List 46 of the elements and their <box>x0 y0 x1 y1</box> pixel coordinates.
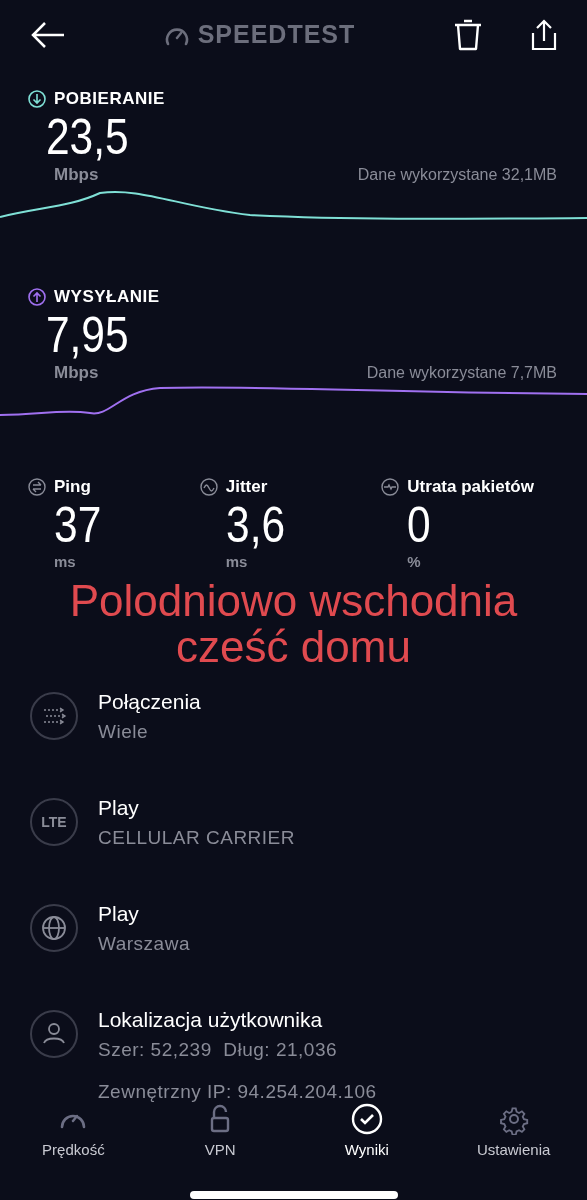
tab-button[interactable]: Wyniki <box>293 1102 440 1163</box>
metric-label: Jitter <box>225 476 268 498</box>
logo-text: SPEEDTEST <box>197 19 356 51</box>
info-title: Lokalizacja użytkownika <box>98 1007 324 1033</box>
back-icon[interactable] <box>30 20 66 50</box>
metric-label: Ping <box>54 476 91 498</box>
ping-icon <box>28 477 46 496</box>
info-detail: Wiele <box>98 719 149 744</box>
loss-icon <box>381 477 400 496</box>
user-icon <box>30 1010 78 1058</box>
info-title: Play <box>98 901 140 927</box>
info-detail: Warszawa <box>98 931 190 956</box>
info-detail: Szer: 52,239 Dług: 21,036 <box>98 1037 339 1062</box>
data-used-text: Dane wykorzystane 7,7MB <box>366 362 557 383</box>
info-title: Play <box>98 795 140 821</box>
unit-label: Mbps <box>54 361 99 384</box>
metric-unit: ms <box>54 552 76 570</box>
lte-badge: LTE <box>30 798 78 846</box>
speed-value: 23,5 <box>44 111 129 162</box>
check-circle-icon <box>350 1103 383 1135</box>
jitter-icon <box>199 477 218 496</box>
section-label: POBIERANIE <box>54 88 165 110</box>
section-label: WYSYŁANIE <box>54 286 160 308</box>
tab-button[interactable]: Prędkość <box>0 1102 147 1163</box>
connections-icon <box>30 692 78 740</box>
annotation-text: Polodniowo wschodnia <box>69 578 518 624</box>
arrow-down-icon <box>28 89 46 108</box>
share-icon[interactable] <box>531 19 557 51</box>
data-used-text: Dane wykorzystane 32,1MB <box>357 164 557 185</box>
info-detail: Zewnętrzny IP: 94.254.204.106 <box>98 1080 377 1104</box>
globe-icon <box>30 904 78 952</box>
metric-value: 0 <box>407 499 431 550</box>
speed-value: 7,95 <box>44 309 129 360</box>
metric-value: 3,6 <box>225 499 285 550</box>
arrow-up-icon <box>28 287 46 306</box>
unit-label: Mbps <box>54 163 99 186</box>
info-detail: CELLULAR CARRIER <box>98 825 295 850</box>
metric-unit: ms <box>225 552 248 570</box>
tab-button[interactable]: Ustawienia <box>440 1102 587 1163</box>
metric-unit: % <box>407 552 421 570</box>
annotation-text: cześć domu <box>176 624 411 670</box>
metric-value: 37 <box>54 499 102 550</box>
tab-button[interactable]: VPN <box>147 1102 294 1163</box>
info-title: Połączenia <box>98 689 201 715</box>
trash-icon[interactable] <box>453 19 483 51</box>
metric-label: Utrata pakietów <box>407 476 534 498</box>
